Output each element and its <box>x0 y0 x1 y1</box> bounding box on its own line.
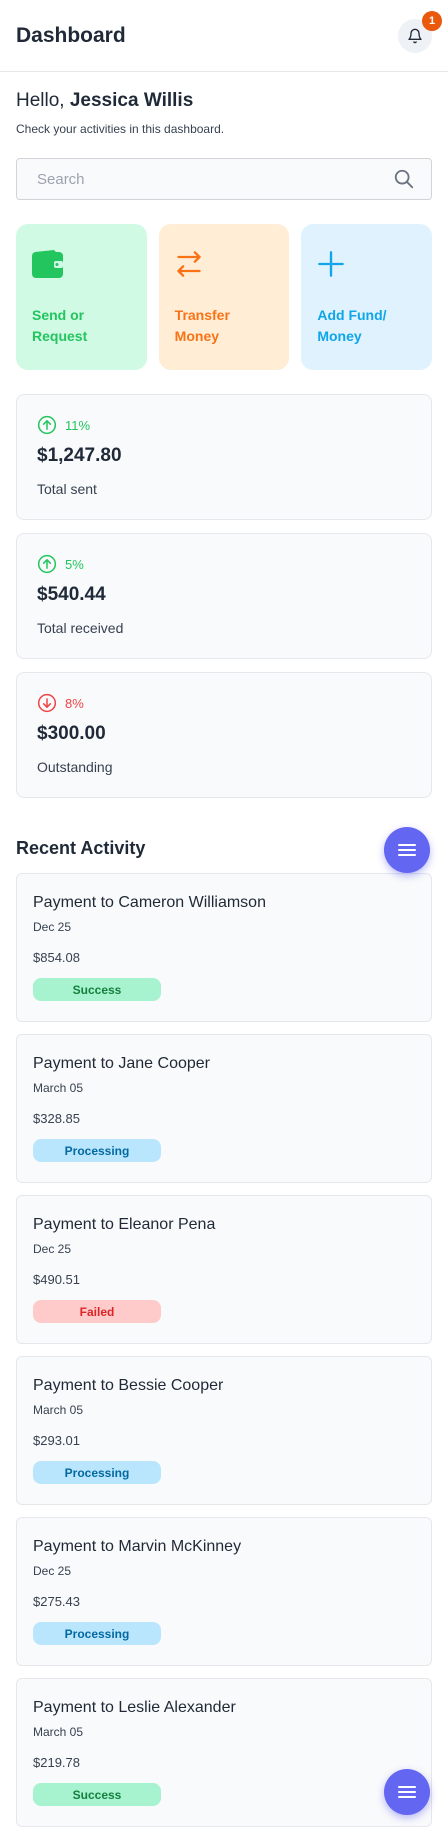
activity-date: Dec 25 <box>33 1564 72 1578</box>
stat-label: Outstanding <box>37 759 113 775</box>
stat-percent: 5% <box>65 556 84 572</box>
activity-date: March 05 <box>33 1725 84 1739</box>
transfer-arrows-icon <box>177 251 201 277</box>
activity-list: Payment to Cameron Williamson Dec 25 $85… <box>0 873 448 1827</box>
stat-label: Total sent <box>37 481 97 497</box>
activity-item[interactable]: Payment to Eleanor Pena Dec 25 $490.51 F… <box>16 1195 432 1344</box>
menu-icon <box>398 1786 416 1798</box>
greeting-section: Hello, Jessica Willis Check your activit… <box>0 72 448 136</box>
activity-amount: $854.08 <box>33 950 80 965</box>
bell-icon <box>408 28 422 43</box>
search-icon[interactable] <box>393 168 415 190</box>
stat-amount: $1,247.80 <box>37 445 122 466</box>
wallet-icon <box>32 250 63 278</box>
activity-date: March 05 <box>33 1081 84 1095</box>
stat-percent: 11% <box>65 417 91 433</box>
activity-amount: $219.78 <box>33 1755 80 1770</box>
action-label: Transfer Money <box>174 307 230 344</box>
plus-icon <box>318 251 345 277</box>
search-placeholder: Search <box>37 170 85 188</box>
greeting-subtitle: Check your activities in this dashboard. <box>16 122 225 136</box>
search-input[interactable]: Search <box>16 158 432 200</box>
activity-amount: $293.01 <box>33 1433 80 1448</box>
stat-amount: $540.44 <box>37 584 106 605</box>
activity-title: Payment to Jane Cooper <box>33 1055 210 1072</box>
greeting-text: Hello, Jessica Willis <box>16 90 432 112</box>
activity-item[interactable]: Payment to Bessie Cooper March 05 $293.0… <box>16 1356 432 1505</box>
status-badge: Failed <box>33 1300 161 1323</box>
status-badge: Success <box>33 978 161 1001</box>
app-header: Dashboard 1 <box>0 0 448 72</box>
activity-date: March 05 <box>33 1403 84 1417</box>
floating-menu-button[interactable] <box>384 827 430 873</box>
activity-amount: $490.51 <box>33 1272 80 1287</box>
activity-date: Dec 25 <box>33 1242 72 1256</box>
page-title: Dashboard <box>16 23 126 47</box>
stat-label: Total received <box>37 620 124 636</box>
activity-title: Payment to Bessie Cooper <box>33 1377 224 1394</box>
quick-actions: Send or Request Transfer Money Add Fund/Mo… <box>16 224 433 370</box>
activity-item[interactable]: Payment to Cameron Williamson Dec 25 $85… <box>16 873 432 1022</box>
activity-item[interactable]: Payment to Jane Cooper March 05 $328.85 … <box>16 1034 432 1183</box>
stat-amount: $300.00 <box>37 723 106 744</box>
transfer-money-button[interactable]: Transfer Money <box>158 224 290 370</box>
recent-activity-title: Recent Activity <box>16 838 146 858</box>
stat-card-total-sent: 11% $1,247.80 Total sent <box>16 394 432 520</box>
add-fund-button[interactable]: Add Fund/Money <box>301 224 433 370</box>
menu-icon <box>398 844 416 856</box>
status-badge: Success <box>33 1783 161 1806</box>
send-or-request-button[interactable]: Send or Request <box>16 224 147 370</box>
activity-amount: $328.85 <box>33 1111 80 1126</box>
floating-menu-button[interactable] <box>384 1769 430 1815</box>
notification-count-badge: 1 <box>422 10 442 31</box>
status-badge: Processing <box>33 1622 161 1645</box>
user-name: Jessica Willis <box>69 90 194 111</box>
activity-item[interactable]: Payment to Leslie Alexander March 05 $21… <box>16 1678 432 1827</box>
activity-amount: $275.43 <box>33 1594 80 1609</box>
stat-card-total-received: 5% $540.44 Total received <box>16 533 432 659</box>
arrow-up-circle-icon <box>37 415 57 435</box>
arrow-down-circle-icon <box>37 693 57 713</box>
action-label: Send or Request <box>32 307 88 344</box>
activity-item[interactable]: Payment to Marvin McKinney Dec 25 $275.4… <box>16 1517 432 1666</box>
status-badge: Processing <box>33 1461 161 1484</box>
action-label: Add Fund/Money <box>317 307 387 344</box>
activity-title: Payment to Cameron Williamson <box>33 894 266 911</box>
greeting-hello: Hello, <box>16 90 70 111</box>
stat-percent: 8% <box>65 695 84 711</box>
stat-card-outstanding: 8% $300.00 Outstanding <box>16 672 432 798</box>
activity-title: Payment to Eleanor Pena <box>33 1216 216 1233</box>
activity-title: Payment to Leslie Alexander <box>33 1699 236 1716</box>
activity-date: Dec 25 <box>33 920 72 934</box>
activity-title: Payment to Marvin McKinney <box>33 1538 242 1555</box>
notifications-button[interactable]: 1 <box>398 10 442 53</box>
arrow-up-circle-icon <box>37 554 57 574</box>
status-badge: Processing <box>33 1139 161 1162</box>
